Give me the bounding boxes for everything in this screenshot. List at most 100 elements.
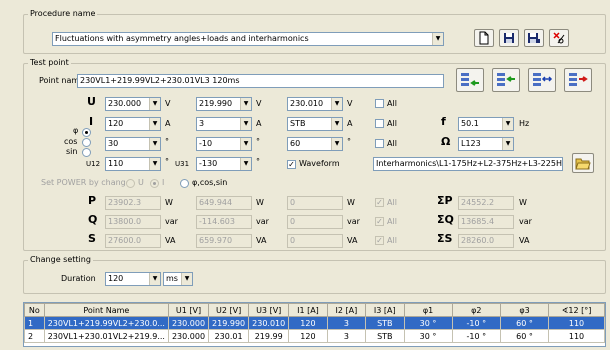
sum-q-unit: var bbox=[519, 217, 532, 226]
waveform-label: Waveform bbox=[299, 159, 340, 168]
q3-field: 0 bbox=[287, 215, 343, 229]
col-header[interactable]: U1 [V] bbox=[167, 303, 210, 317]
q-all-checkbox[interactable]: ✓ bbox=[375, 217, 384, 226]
chevron-down-icon[interactable]: ▼ bbox=[181, 273, 192, 285]
table-cell: 30 ° bbox=[403, 329, 453, 343]
radio-cos[interactable] bbox=[82, 138, 91, 147]
chevron-down-icon[interactable]: ▼ bbox=[149, 158, 160, 170]
u12-label: U12 bbox=[86, 160, 101, 168]
table-row[interactable]: 2 230VL1+230.01VL2+219.9... 230.000 230.… bbox=[24, 329, 605, 343]
s2-field: 659.970 bbox=[196, 234, 252, 248]
replace-row-button[interactable] bbox=[528, 68, 556, 92]
chevron-down-icon[interactable]: ▼ bbox=[149, 98, 160, 110]
i-all-label: All bbox=[387, 119, 397, 128]
chevron-down-icon[interactable]: ▼ bbox=[331, 138, 342, 150]
u31-select[interactable]: -130 ▼ bbox=[196, 157, 252, 171]
u2-select[interactable]: 219.990 ▼ bbox=[196, 97, 252, 111]
frequency-label: f bbox=[441, 115, 446, 128]
set-power-u-radio[interactable] bbox=[126, 179, 135, 188]
radio-phi[interactable] bbox=[82, 128, 91, 137]
chevron-down-icon[interactable]: ▼ bbox=[240, 138, 251, 150]
set-power-u-label: U bbox=[138, 178, 144, 187]
chevron-down-icon[interactable]: ▼ bbox=[240, 98, 251, 110]
table-cell: 230VL1+230.01VL2+219.9... bbox=[43, 329, 169, 343]
p-all-checkbox[interactable]: ✓ bbox=[375, 198, 384, 207]
chevron-down-icon[interactable]: ▼ bbox=[149, 138, 160, 150]
phi-all-checkbox[interactable] bbox=[375, 139, 384, 148]
open-file-button[interactable] bbox=[572, 153, 594, 173]
interharmonics-file-input[interactable]: Interharmonics\L1-175Hz+L2-375Hz+L3-225H… bbox=[373, 157, 563, 171]
col-header[interactable]: I3 [A] bbox=[365, 303, 405, 317]
active-power-label: P bbox=[88, 194, 97, 207]
u31-label: U31 bbox=[175, 160, 190, 168]
col-header[interactable]: I1 [A] bbox=[288, 303, 328, 317]
chevron-down-icon[interactable]: ▼ bbox=[149, 273, 160, 285]
col-header[interactable]: φ1 bbox=[403, 303, 453, 317]
i-all-checkbox[interactable] bbox=[375, 119, 384, 128]
chevron-down-icon[interactable]: ▼ bbox=[240, 158, 251, 170]
phi1-select[interactable]: 30 ▼ bbox=[105, 137, 161, 151]
chevron-down-icon[interactable]: ▼ bbox=[331, 98, 342, 110]
q1-field: 13800.0 bbox=[105, 215, 161, 229]
phi3-select[interactable]: 60 ▼ bbox=[287, 137, 343, 151]
u3-select[interactable]: 230.010 ▼ bbox=[287, 97, 343, 111]
insert-row-icon bbox=[461, 73, 479, 86]
u1-select[interactable]: 230.000 ▼ bbox=[105, 97, 161, 111]
col-header[interactable]: φ3 bbox=[499, 303, 550, 317]
i2-select[interactable]: 3 ▼ bbox=[196, 117, 252, 131]
voltage-label: U bbox=[87, 95, 96, 108]
u12-select[interactable]: 110 ▼ bbox=[105, 157, 161, 171]
table-row[interactable]: 1 230VL1+219.99VL2+230.0... 230.000 219.… bbox=[24, 316, 605, 330]
phi1-unit: ° bbox=[165, 137, 169, 146]
chevron-down-icon[interactable]: ▼ bbox=[331, 118, 342, 130]
point-name-input[interactable]: 230VL1+219.99VL2+230.01VL3 120ms bbox=[77, 74, 444, 88]
table-cell: STB bbox=[365, 329, 405, 343]
sum-s-label: ΣS bbox=[437, 232, 453, 245]
s1-unit: VA bbox=[165, 236, 176, 245]
col-header[interactable]: U2 [V] bbox=[208, 303, 250, 317]
phi2-select[interactable]: -10 ▼ bbox=[196, 137, 252, 151]
radio-sin[interactable] bbox=[82, 148, 91, 157]
omega-label: Ω bbox=[441, 135, 451, 148]
table-cell: 60 ° bbox=[499, 316, 550, 330]
chevron-down-icon[interactable]: ▼ bbox=[149, 118, 160, 130]
save-as-button[interactable] bbox=[524, 29, 544, 47]
set-power-phi-radio[interactable] bbox=[180, 179, 189, 188]
chevron-down-icon[interactable]: ▼ bbox=[240, 118, 251, 130]
delete-row-button[interactable] bbox=[564, 68, 592, 92]
chevron-down-icon[interactable]: ▼ bbox=[502, 118, 513, 130]
replace-row-icon bbox=[533, 73, 553, 86]
i3-select[interactable]: STB ▼ bbox=[287, 117, 343, 131]
chevron-down-icon[interactable]: ▼ bbox=[432, 33, 443, 45]
col-header[interactable]: φ2 bbox=[451, 303, 502, 317]
procedure-select[interactable]: Fluctuations with asymmetry angles+loads… bbox=[52, 32, 444, 46]
insert-before-button[interactable] bbox=[456, 68, 484, 92]
col-header[interactable]: Point Name bbox=[43, 303, 169, 317]
sum-s-unit: VA bbox=[519, 236, 530, 245]
duration-unit-select[interactable]: ms ▼ bbox=[163, 272, 193, 286]
col-header[interactable]: I2 [A] bbox=[326, 303, 367, 317]
p3-field: 0 bbox=[287, 196, 343, 210]
save-button[interactable] bbox=[499, 29, 519, 47]
u-all-checkbox[interactable] bbox=[375, 99, 384, 108]
insert-after-button[interactable] bbox=[492, 68, 520, 92]
i1-select[interactable]: 120 ▼ bbox=[105, 117, 161, 131]
frequency-select[interactable]: 50.1 ▼ bbox=[458, 117, 514, 131]
i1-unit: A bbox=[165, 119, 171, 128]
phase-select[interactable]: L123 ▼ bbox=[458, 137, 514, 151]
col-header[interactable]: No bbox=[24, 303, 45, 317]
new-document-button[interactable] bbox=[474, 29, 494, 47]
duration-select[interactable]: 120 ▼ bbox=[105, 272, 161, 286]
set-power-i-radio[interactable] bbox=[150, 179, 159, 188]
s-all-checkbox[interactable]: ✓ bbox=[375, 236, 384, 245]
chevron-down-icon[interactable]: ▼ bbox=[502, 138, 513, 150]
duration-label: Duration bbox=[61, 274, 96, 283]
col-header[interactable]: U3 [V] bbox=[248, 303, 290, 317]
p2-field: 649.944 bbox=[196, 196, 252, 210]
new-document-icon bbox=[479, 31, 489, 45]
points-table: No Point Name U1 [V] U2 [V] U3 [V] I1 [A… bbox=[24, 303, 605, 343]
col-header[interactable]: ∢12 [°] bbox=[548, 303, 605, 317]
delete-button[interactable] bbox=[549, 29, 569, 47]
u-all-label: All bbox=[387, 99, 397, 108]
waveform-checkbox[interactable]: ✓ bbox=[287, 160, 296, 169]
